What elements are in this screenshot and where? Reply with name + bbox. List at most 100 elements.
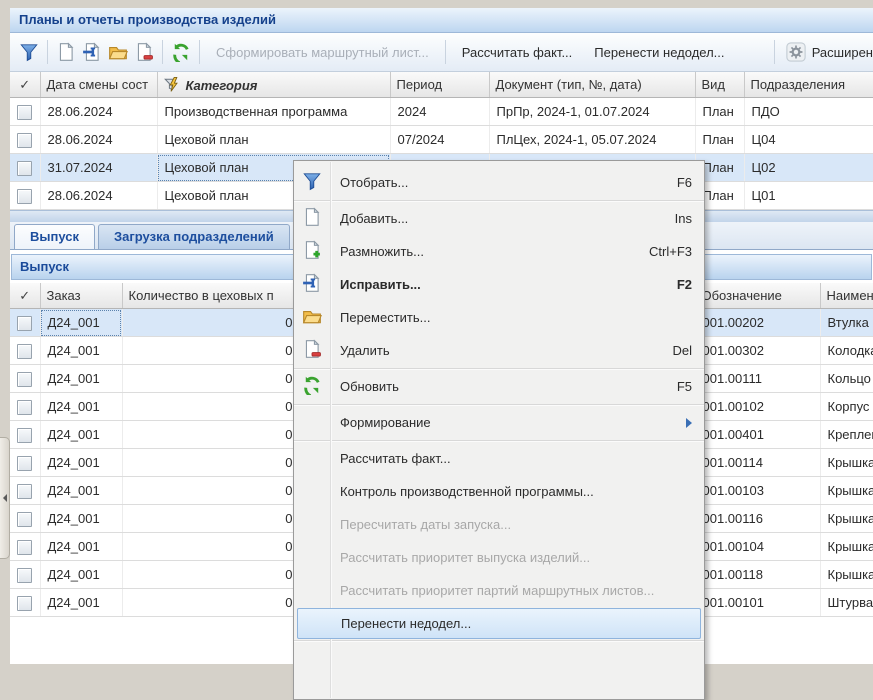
cell-qty[interactable]: 0 (122, 449, 300, 477)
cell-name[interactable]: Кольцо (820, 365, 873, 393)
cell-document[interactable]: ПрПр, 2024-1, 01.07.2024 (489, 98, 695, 126)
cell-designation[interactable]: 001.00202 (695, 309, 820, 337)
column-header-period[interactable]: Период (390, 72, 489, 98)
column-header-date[interactable]: Дата смены сост (40, 72, 157, 98)
cell-date[interactable]: 31.07.2024 (40, 154, 157, 182)
filter-icon[interactable] (16, 39, 42, 65)
cell-date[interactable]: 28.06.2024 (40, 126, 157, 154)
row-checkbox[interactable] (17, 540, 32, 555)
cell-name[interactable]: Крышка (820, 561, 873, 589)
cell-date[interactable]: 28.06.2024 (40, 182, 157, 210)
delete-document-icon[interactable] (131, 39, 157, 65)
row-checkbox[interactable] (17, 568, 32, 583)
cell-designation[interactable]: 001.00101 (695, 589, 820, 617)
cell-designation[interactable]: 001.00118 (695, 561, 820, 589)
carry-over-shortfall-button[interactable]: Перенести недодел... (583, 41, 735, 64)
table-row[interactable]: 28.06.2024Цеховой план07/2024ПлЦех, 2024… (10, 126, 873, 154)
cell-order[interactable]: Д24_001 (40, 449, 122, 477)
cell-order[interactable]: Д24_001 (40, 421, 122, 449)
cell-order[interactable]: Д24_001 (40, 533, 122, 561)
column-header-division[interactable]: Подразделения (744, 72, 873, 98)
cell-qty[interactable]: 0 (122, 561, 300, 589)
row-checkbox[interactable] (17, 316, 32, 331)
column-header-check[interactable]: ✓ (10, 283, 40, 309)
cell-name[interactable]: Колодка (820, 337, 873, 365)
tab-zagruzka-podrazdelenij[interactable]: Загрузка подразделений (98, 224, 290, 249)
column-header-check[interactable]: ✓ (10, 72, 40, 98)
cell-designation[interactable]: 001.00111 (695, 365, 820, 393)
cell-qty[interactable]: 0 (122, 421, 300, 449)
cell-name[interactable]: Крепление (820, 421, 873, 449)
cell-order[interactable]: Д24_001 (40, 505, 122, 533)
cell-qty[interactable]: 0 (122, 505, 300, 533)
cell-date[interactable]: 28.06.2024 (40, 98, 157, 126)
column-header-name[interactable]: Наименование (820, 283, 873, 309)
cell-order[interactable]: Д24_001 (40, 337, 122, 365)
cell-designation[interactable]: 001.00114 (695, 449, 820, 477)
cell-qty[interactable]: 0 (122, 309, 300, 337)
cell-name[interactable]: Крышка (820, 477, 873, 505)
menu-item-add[interactable]: Добавить...Ins (294, 202, 704, 235)
refresh-icon[interactable] (168, 39, 194, 65)
cell-kind[interactable]: План (695, 126, 744, 154)
cell-qty[interactable]: 0 (122, 337, 300, 365)
cell-order[interactable]: Д24_001 (40, 393, 122, 421)
cell-designation[interactable]: 001.00103 (695, 477, 820, 505)
calc-fact-button[interactable]: Рассчитать факт... (451, 41, 584, 64)
cell-qty[interactable]: 0 (122, 477, 300, 505)
cell-designation[interactable]: 001.00302 (695, 337, 820, 365)
cell-qty[interactable]: 0 (122, 589, 300, 617)
row-checkbox[interactable] (17, 484, 32, 499)
cell-order[interactable]: Д24_001 (40, 561, 122, 589)
cell-period[interactable]: 07/2024 (390, 126, 489, 154)
cell-order[interactable]: Д24_001 (40, 589, 122, 617)
cell-category[interactable]: Производственная программа (157, 98, 390, 126)
cell-name[interactable]: Корпус (820, 393, 873, 421)
tab-vypusk[interactable]: Выпуск (14, 224, 95, 249)
cell-order[interactable]: Д24_001 (40, 365, 122, 393)
column-header-designation[interactable]: Обозначение (695, 283, 820, 309)
row-checkbox[interactable] (17, 400, 32, 415)
cell-designation[interactable]: 001.00116 (695, 505, 820, 533)
column-header-qty[interactable]: Количество в цеховых п (122, 283, 300, 309)
cell-document[interactable]: ПлЦех, 2024-1, 05.07.2024 (489, 126, 695, 154)
cell-order[interactable]: Д24_001 (40, 309, 122, 337)
cell-division[interactable]: Ц01 (744, 182, 873, 210)
cell-qty[interactable]: 0 (122, 533, 300, 561)
cell-name[interactable]: Крышка (820, 533, 873, 561)
menu-item-formation[interactable]: Формирование (294, 406, 704, 439)
column-header-category[interactable]: Категория (157, 72, 390, 98)
cell-division[interactable]: Ц04 (744, 126, 873, 154)
column-header-order[interactable]: Заказ (40, 283, 122, 309)
menu-item-calc-fact[interactable]: Рассчитать факт... (294, 442, 704, 475)
menu-item-move[interactable]: Переместить... (294, 301, 704, 334)
move-folder-icon[interactable] (105, 39, 131, 65)
menu-item-filter[interactable]: Отобрать...F6 (294, 166, 704, 199)
row-checkbox[interactable] (17, 456, 32, 471)
row-checkbox[interactable] (17, 372, 32, 387)
menu-item-control-production-program[interactable]: Контроль производственной программы... (294, 475, 704, 508)
cell-kind[interactable]: План (695, 98, 744, 126)
menu-item-delete[interactable]: УдалитьDel (294, 334, 704, 367)
cell-name[interactable]: Крышка (820, 449, 873, 477)
row-checkbox[interactable] (17, 344, 32, 359)
column-header-document[interactable]: Документ (тип, №, дата) (489, 72, 695, 98)
collapse-panel-splitter[interactable] (0, 437, 10, 559)
cell-designation[interactable]: 001.00102 (695, 393, 820, 421)
row-checkbox[interactable] (17, 596, 32, 611)
menu-item-duplicate[interactable]: Размножить...Ctrl+F3 (294, 235, 704, 268)
row-checkbox[interactable] (17, 105, 32, 120)
cell-category[interactable]: Цеховой план (157, 126, 390, 154)
table-row[interactable]: 28.06.2024Производственная программа2024… (10, 98, 873, 126)
cell-designation[interactable]: 001.00104 (695, 533, 820, 561)
row-checkbox[interactable] (17, 512, 32, 527)
cell-qty[interactable]: 0 (122, 393, 300, 421)
edit-document-icon[interactable] (79, 39, 105, 65)
menu-item-refresh[interactable]: ОбновитьF5 (294, 370, 704, 403)
column-header-kind[interactable]: Вид (695, 72, 744, 98)
cell-name[interactable]: Штурвал (820, 589, 873, 617)
cell-name[interactable]: Крышка (820, 505, 873, 533)
cell-period[interactable]: 2024 (390, 98, 489, 126)
row-checkbox[interactable] (17, 161, 32, 176)
menu-item-edit[interactable]: Исправить...F2 (294, 268, 704, 301)
